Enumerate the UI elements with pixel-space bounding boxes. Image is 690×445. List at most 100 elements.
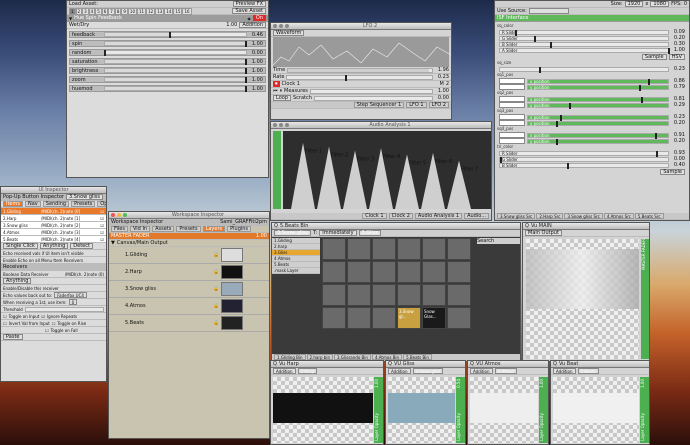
preview-fx-button[interactable]: Preview FX: [232, 1, 266, 7]
isf-slider[interactable]: B Slider: [499, 162, 669, 169]
clip-cell[interactable]: [422, 284, 446, 306]
isf-tab[interactable]: 2.Harp Src: [536, 213, 564, 219]
layer-row[interactable]: 3.Snow gliss 🔒: [109, 281, 269, 298]
layer-opacity-bar[interactable]: 0.54 Layer Opacity: [456, 377, 465, 443]
popup-name-field[interactable]: 3.Snow gliss: [65, 194, 103, 200]
audio-tab[interactable]: Audio...: [464, 213, 489, 219]
page-number[interactable]: 10: [127, 7, 138, 15]
ui-item-checkbox[interactable]: ☑: [100, 230, 104, 235]
beats-item[interactable]: .mask Layer: [272, 268, 320, 274]
beats-search-field[interactable]: Search: [477, 238, 520, 244]
workspace-tab[interactable]: Layers: [202, 226, 226, 232]
clip-cell[interactable]: [372, 284, 396, 306]
clip-cell[interactable]: [322, 284, 346, 306]
eye-icon[interactable]: ◉: [247, 16, 251, 21]
ui-item-row[interactable]: 5.Beats/MIDI(ch. 2)note [4] ☑: [1, 236, 106, 243]
pause-icon[interactable]: ⏸: [280, 88, 283, 94]
width-field[interactable]: 1920: [624, 1, 644, 7]
when-field[interactable]: 0: [68, 299, 78, 305]
page-number[interactable]: 16: [182, 7, 192, 15]
clip-cell[interactable]: [322, 307, 346, 329]
measures-slider[interactable]: [309, 88, 433, 94]
clip-cell[interactable]: [372, 307, 396, 329]
ui-item-row[interactable]: 3.Snow gliss/MIDI(ch. 2)note [2] ☑: [1, 222, 106, 229]
isf-slider[interactable]: x position: [527, 78, 669, 85]
isf-slider[interactable]: R Slider: [499, 29, 669, 36]
param-slider[interactable]: [104, 41, 247, 47]
workspace-tab[interactable]: Presets: [176, 226, 201, 232]
clip-cell[interactable]: [347, 307, 371, 329]
ui-item-row[interactable]: 4.Atmos/MIDI(ch. 2)note [3] ☑: [1, 229, 106, 236]
isf-slider[interactable]: [499, 66, 669, 73]
disclosure-icon[interactable]: ▼: [111, 240, 115, 246]
save-asset-button[interactable]: Save Asset: [232, 8, 266, 14]
clip-cell[interactable]: [322, 261, 346, 283]
scratch-slider[interactable]: [313, 95, 433, 101]
vu-mode-select[interactable]: Addition: [470, 368, 493, 374]
vu-source-select[interactable]: 2.Harp: [297, 368, 317, 374]
workspace-tab[interactable]: Vid In: [129, 226, 151, 232]
anything-select[interactable]: Anything: [39, 243, 69, 249]
invert-checkbox[interactable]: ☐: [3, 321, 7, 326]
lock-icon[interactable]: 🔒: [213, 269, 219, 275]
isf-slider[interactable]: y position: [527, 84, 669, 91]
vu-main-source-select[interactable]: Main Output: [525, 230, 562, 236]
layer-opacity-bar[interactable]: 1.00 Layer Opacity: [539, 377, 548, 443]
param-slider[interactable]: [104, 77, 247, 83]
workspace-tab[interactable]: Files: [111, 226, 128, 232]
isf-slider[interactable]: x position: [527, 114, 669, 121]
isf-slider[interactable]: x position: [527, 96, 669, 103]
clip-cell[interactable]: [397, 238, 421, 260]
lock-icon[interactable]: 🔒: [213, 286, 219, 292]
tab-lfo1[interactable]: LFO 1: [406, 102, 427, 108]
tab-lfo2[interactable]: LFO 2: [428, 102, 449, 108]
single-click-select[interactable]: Single Click: [3, 243, 38, 249]
isf-tab[interactable]: 4.Atmos Src: [603, 213, 634, 219]
clip-cell[interactable]: [347, 284, 371, 306]
ui-item-checkbox[interactable]: ☑: [100, 209, 104, 214]
param-slider[interactable]: [104, 50, 247, 56]
layer-row[interactable]: 5.Beats 🔒: [109, 315, 269, 332]
height-field[interactable]: 1080: [650, 1, 670, 7]
page-number[interactable]: 15: [173, 7, 183, 15]
master-fader-bar[interactable]: MASTER FADER: [641, 239, 649, 359]
isf-slider[interactable]: G Slider: [499, 156, 669, 163]
clip-cell[interactable]: 3.Snow gl...: [397, 307, 421, 329]
clip-cell[interactable]: [447, 284, 471, 306]
clip-cell[interactable]: [347, 238, 371, 260]
detect-button[interactable]: Detect: [70, 243, 93, 249]
page-number[interactable]: 13: [155, 7, 165, 15]
toggle-fall-checkbox[interactable]: ☐: [45, 328, 49, 333]
layer-row[interactable]: 1.Gliding 🔒: [109, 247, 269, 264]
clip-cell[interactable]: [397, 284, 421, 306]
faderfox-select[interactable]: Faderfox UC4: [54, 292, 87, 298]
audio-tab[interactable]: Clock 1: [362, 213, 387, 219]
ui-tab[interactable]: Sending: [42, 201, 70, 207]
tab-step-sequencer[interactable]: Step Sequencer 1: [353, 102, 405, 108]
sample-button[interactable]: Sample: [660, 168, 685, 175]
isf-slider[interactable]: R Slider: [499, 150, 669, 157]
blend-mode-select[interactable]: Addition: [239, 22, 266, 28]
isf-slider[interactable]: A Slider: [499, 47, 670, 54]
isf-slider[interactable]: y position: [527, 102, 669, 109]
clip-cell[interactable]: [397, 261, 421, 283]
vu-source-select[interactable]: 4.Atmos: [494, 368, 518, 374]
ui-tab[interactable]: Opts: [97, 201, 106, 207]
threshold-slider[interactable]: [24, 306, 104, 312]
workspace-tab[interactable]: Plugins: [227, 226, 252, 232]
ui-tab[interactable]: Items: [3, 201, 23, 207]
lock-icon[interactable]: 🔒: [213, 320, 219, 326]
on-toggle[interactable]: On: [252, 15, 266, 21]
toggle-rise-checkbox[interactable]: ☐: [52, 321, 56, 326]
trigger-mode-select[interactable]: Immediately: [319, 230, 357, 236]
vu-mode-select[interactable]: Addition: [388, 368, 411, 374]
param-slider[interactable]: [104, 68, 247, 74]
waveform-select[interactable]: Waveform: [273, 30, 305, 36]
layer-opacity-bar[interactable]: 1.00 Layer Opacity: [374, 377, 383, 443]
record-icon[interactable]: ⏺: [273, 81, 280, 87]
isf-tab[interactable]: 3.Snow gliss Src: [497, 213, 536, 219]
ui-item-checkbox[interactable]: ☑: [100, 216, 104, 221]
clock-select[interactable]: Clock 1: [282, 81, 300, 87]
hsv-button[interactable]: HSV: [668, 53, 685, 60]
rate-slider[interactable]: [286, 74, 433, 81]
